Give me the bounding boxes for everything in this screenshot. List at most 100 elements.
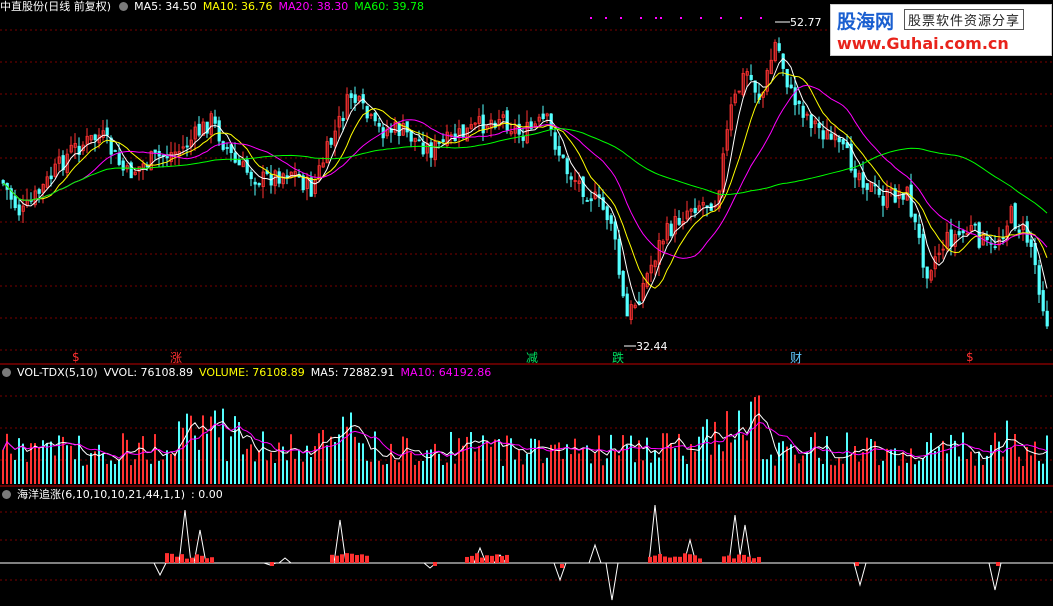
top-marker: [590, 17, 592, 19]
volume-bar: [874, 441, 876, 484]
volume-bar: [118, 459, 120, 484]
top-marker: [605, 17, 607, 19]
volume-bar: [418, 460, 420, 484]
volume-bar: [486, 440, 488, 484]
candle-body: [237, 159, 241, 166]
volume-bar: [982, 464, 984, 484]
candle-body: [121, 160, 125, 171]
candle-body: [789, 84, 793, 89]
ma5-label: MA5: 34.50: [134, 0, 197, 13]
candle-body: [253, 181, 257, 185]
volume-bar: [218, 437, 220, 484]
candle-body: [341, 117, 345, 122]
volume-bar: [498, 439, 500, 484]
volume-bar: [642, 460, 644, 484]
volume-bar: [394, 459, 396, 484]
volume-bar: [510, 438, 512, 484]
signal-block: [180, 554, 184, 563]
candle-body: [621, 271, 625, 297]
volume-bar: [846, 432, 848, 484]
volume-bar: [198, 449, 200, 484]
candle-body: [309, 177, 313, 197]
candle-body: [165, 156, 169, 159]
volume-bar: [794, 454, 796, 484]
signal-block: [485, 555, 489, 563]
volume-bar: [318, 433, 320, 484]
signal-block: [737, 554, 741, 563]
volume-bar: [974, 465, 976, 484]
candle-body: [213, 116, 217, 124]
signal-block: [658, 554, 662, 563]
volume-bar: [750, 401, 752, 484]
candle-body: [925, 266, 929, 279]
candle-body: [197, 123, 201, 136]
volume-bar: [262, 431, 264, 484]
volume-bar: [286, 460, 288, 484]
volume-bar: [210, 416, 212, 484]
settings-circle-icon[interactable]: [2, 368, 11, 377]
volume-bar: [246, 448, 248, 484]
volume-bar: [826, 436, 828, 484]
top-marker: [700, 17, 702, 19]
ma60-line: [2, 128, 1048, 214]
volume-bar: [790, 444, 792, 484]
volume-bar: [578, 453, 580, 484]
volume-bar: [214, 410, 216, 484]
volume-bar: [386, 463, 388, 484]
volume-bar: [330, 436, 332, 484]
volume-bar: [798, 463, 800, 484]
volume-bar: [654, 450, 656, 484]
volume-bar: [382, 464, 384, 484]
volume-bar: [686, 463, 688, 484]
volume-bar: [950, 434, 952, 484]
volume-bar: [718, 444, 720, 484]
volume-bar: [926, 442, 928, 484]
volume-bar: [10, 453, 12, 484]
candle-body: [841, 139, 845, 145]
top-marker: [660, 17, 662, 19]
ma5-line: [2, 57, 1048, 306]
candle-body: [377, 122, 381, 127]
volume-bar: [22, 443, 24, 484]
volume-bar: [74, 459, 76, 484]
volume-bar: [726, 411, 728, 484]
signal-marker: 财: [790, 351, 803, 365]
volume-bar: [86, 464, 88, 484]
high-price-label: 52.77: [790, 16, 822, 29]
signal-block: [165, 553, 169, 563]
volume-panel-header: VOL-TDX(5,10) VVOL: 76108.89 VOLUME: 76108…: [0, 366, 497, 380]
ma20-line: [2, 84, 1048, 259]
candle-body: [569, 176, 573, 180]
candle-body: [613, 221, 617, 240]
candle-body: [217, 120, 221, 142]
chart-canvas[interactable]: [0, 0, 1053, 606]
candle-body: [1017, 229, 1021, 233]
volume-bar: [66, 445, 68, 484]
candle-body: [985, 236, 989, 241]
volume-bar: [830, 464, 832, 484]
volume-bar: [634, 462, 636, 484]
signal-block: [688, 554, 692, 563]
settings-circle-icon[interactable]: [119, 2, 129, 11]
volume-bar: [102, 453, 104, 484]
volume-bar: [1034, 441, 1036, 484]
volume-bar: [242, 454, 244, 484]
signal-block: [683, 553, 687, 563]
candle-body: [437, 142, 441, 144]
volume-bar: [878, 465, 880, 484]
volume-bar: [38, 446, 40, 484]
candle-body: [749, 74, 753, 80]
candle-body: [153, 149, 157, 153]
signal-marker: $: [72, 350, 80, 364]
signal-block: [175, 556, 179, 563]
candle-body: [625, 293, 629, 317]
volume-bar: [630, 435, 632, 484]
indicator-panel-header: 海洋追涨(6,10,10,10,21,44,1,1): 0.00: [0, 488, 229, 502]
settings-circle-icon[interactable]: [2, 490, 11, 499]
signal-block: [170, 553, 174, 563]
volume-bar: [106, 463, 108, 484]
volume-bar: [866, 437, 868, 484]
volume-bar: [674, 448, 676, 484]
candle-body: [421, 142, 425, 155]
candle-body: [1025, 221, 1029, 243]
